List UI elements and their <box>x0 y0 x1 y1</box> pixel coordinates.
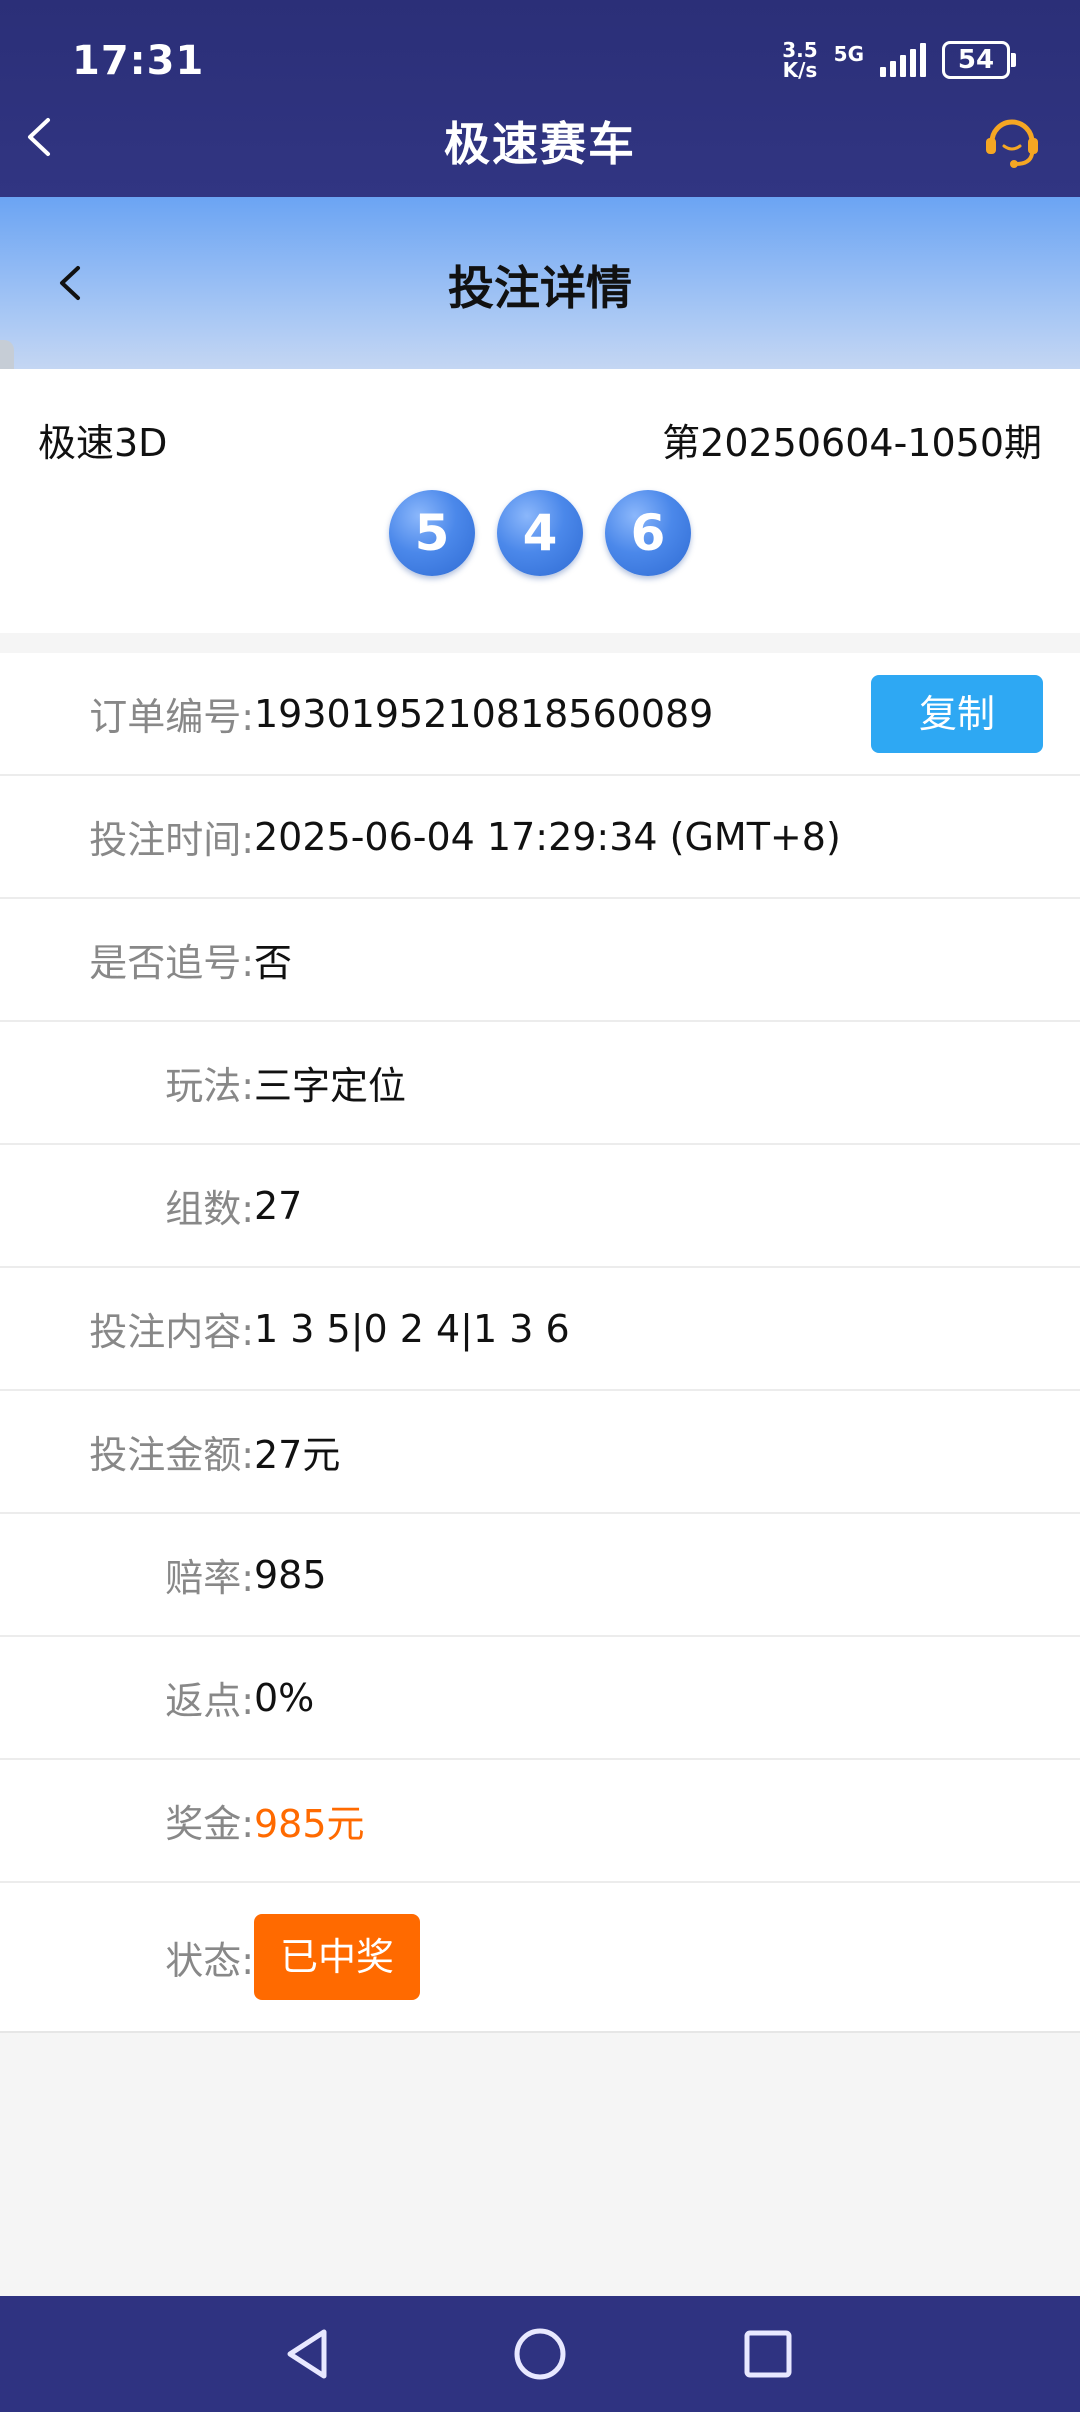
bet-detail-list: 订单编号: 1930195210818560089 复制 投注时间: 2025-… <box>0 653 1080 2033</box>
detail-row-amount: 投注金额: 27元 <box>0 1391 1080 1514</box>
page-title: 投注详情 <box>448 261 632 315</box>
play-value: 三字定位 <box>254 1064 407 1108</box>
status-time: 17:31 <box>72 38 205 84</box>
amount-label: 投注金额: <box>89 1433 254 1477</box>
odds-label: 赔率: <box>165 1556 254 1600</box>
amount-value: 27元 <box>254 1433 341 1477</box>
nav-back-icon[interactable] <box>272 2318 344 2390</box>
status-icons: 3.5 K/s 5G 54 <box>782 38 1016 82</box>
signal-icon <box>880 43 926 77</box>
detail-row-prize: 奖金: 985元 <box>0 1760 1080 1883</box>
chase-value: 否 <box>254 941 293 985</box>
status-badge: 已中奖 <box>254 1914 421 2000</box>
play-label: 玩法: <box>165 1064 254 1108</box>
app-title: 极速赛车 <box>444 117 636 171</box>
draw-period: 第20250604-1050期 <box>662 421 1042 465</box>
order-label: 订单编号: <box>89 695 254 739</box>
detail-row-odds: 赔率: 985 <box>0 1514 1080 1637</box>
detail-row-order: 订单编号: 1930195210818560089 复制 <box>0 653 1080 776</box>
customer-service-icon[interactable] <box>982 110 1042 170</box>
state-value: 已中奖 <box>254 1883 421 2031</box>
rebate-value: 0% <box>254 1675 315 1720</box>
number-ball: 5 <box>389 490 475 576</box>
battery-icon: 54 <box>942 41 1016 79</box>
chase-label: 是否追号: <box>89 941 254 985</box>
detail-row-time: 投注时间: 2025-06-04 17:29:34 (GMT+8) <box>0 776 1080 899</box>
content-label: 投注内容: <box>89 1310 254 1354</box>
detail-row-content: 投注内容: 1 3 5|0 2 4|1 3 6 <box>0 1268 1080 1391</box>
rebate-label: 返点: <box>165 1679 254 1723</box>
detail-row-rebate: 返点: 0% <box>0 1637 1080 1760</box>
prize-value: 985元 <box>254 1802 365 1846</box>
network-type: 5G <box>833 42 864 66</box>
detail-row-chase: 是否追号: 否 <box>0 899 1080 1022</box>
time-label: 投注时间: <box>89 818 254 862</box>
prize-label: 奖金: <box>165 1802 254 1846</box>
groups-value: 27 <box>254 1183 303 1228</box>
winning-numbers: 5 4 6 <box>0 490 1080 576</box>
state-label: 状态: <box>165 1938 254 1983</box>
content-value: 1 3 5|0 2 4|1 3 6 <box>254 1306 570 1351</box>
app-header: 17:31 3.5 K/s 5G 54 极速赛车 <box>0 0 1080 197</box>
detail-row-state: 状态: 已中奖 <box>0 1883 1080 2033</box>
detail-row-play: 玩法: 三字定位 <box>0 1022 1080 1145</box>
detail-row-groups: 组数: 27 <box>0 1145 1080 1268</box>
odds-value: 985 <box>254 1552 327 1597</box>
network-speed: 3.5 K/s <box>782 38 818 82</box>
groups-label: 组数: <box>165 1187 254 1231</box>
system-nav-bar <box>0 2296 1080 2412</box>
copy-button[interactable]: 复制 <box>871 675 1043 753</box>
order-number: 1930195210818560089 <box>254 691 714 736</box>
bet-time: 2025-06-04 17:29:34 (GMT+8) <box>254 814 841 859</box>
number-ball: 4 <box>497 490 583 576</box>
nav-recents-icon[interactable] <box>732 2318 804 2390</box>
nav-home-icon[interactable] <box>504 2318 576 2390</box>
lottery-name: 极速3D <box>38 421 168 465</box>
number-ball: 6 <box>605 490 691 576</box>
